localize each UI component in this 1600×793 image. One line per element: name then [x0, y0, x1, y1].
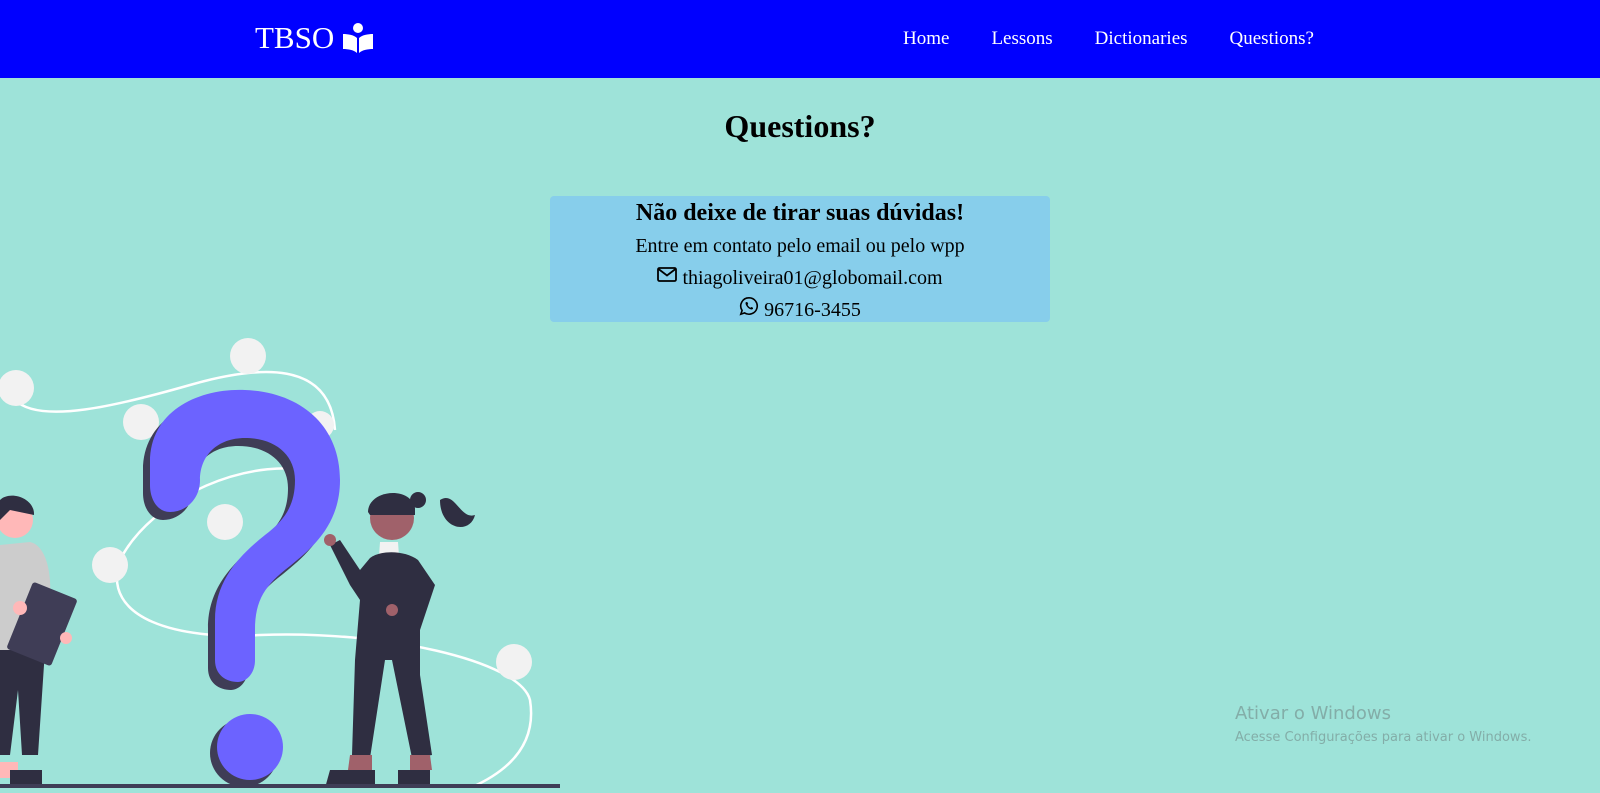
email-row: thiagoliveira01@globomail.com: [550, 262, 1050, 294]
windows-activation-subtitle: Acesse Configurações para ativar o Windo…: [1235, 730, 1532, 745]
page-title: Questions?: [724, 108, 876, 144]
navbar: TBSO Home Lessons Dictionaries Questions…: [0, 0, 1600, 78]
phone-row: 96716-3455: [550, 294, 1050, 326]
nav-link-questions[interactable]: Questions?: [1230, 27, 1314, 51]
windows-activation-title: Ativar o Windows: [1235, 703, 1391, 724]
envelope-icon: [657, 262, 678, 294]
nav-links: Home Lessons Dictionaries Questions?: [903, 27, 1314, 51]
nav-link-lessons[interactable]: Lessons: [991, 27, 1052, 51]
whatsapp-icon: [739, 294, 759, 326]
brand-logo-link[interactable]: TBSO: [255, 18, 374, 58]
book-reader-icon: [342, 22, 374, 54]
questions-people-illustration: [0, 330, 560, 790]
contact-card: Não deixe de tirar suas dúvidas! Entre e…: [550, 196, 1050, 322]
nav-link-home[interactable]: Home: [903, 27, 949, 51]
card-subtitle: Entre em contato pelo email ou pelo wpp: [635, 235, 965, 257]
nav-link-dictionaries[interactable]: Dictionaries: [1095, 27, 1188, 51]
phone-number[interactable]: 96716-3455: [764, 294, 861, 326]
card-heading: Não deixe de tirar suas dúvidas!: [635, 200, 965, 226]
email-address[interactable]: thiagoliveira01@globomail.com: [682, 262, 942, 294]
brand-name: TBSO: [255, 20, 335, 55]
